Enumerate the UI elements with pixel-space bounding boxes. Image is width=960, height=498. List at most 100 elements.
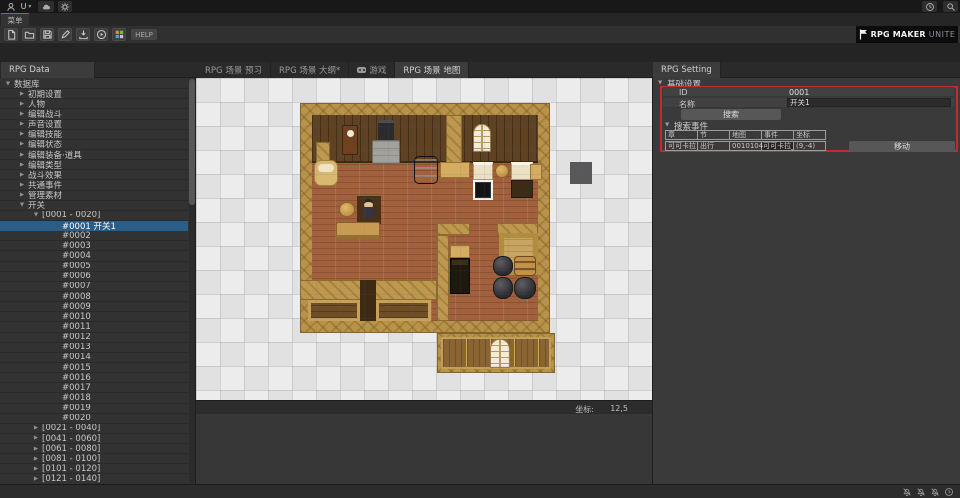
tab-center-2[interactable]: 游戏 [349, 62, 395, 78]
tree-arrow-icon[interactable]: ▼ [4, 81, 12, 87]
assets-button[interactable] [112, 28, 126, 41]
tab-center-1[interactable]: RPG 场景 大纲* [271, 62, 349, 78]
tree-arrow-icon[interactable]: ▶ [32, 435, 40, 441]
tree-item-26[interactable]: #0013 [0, 343, 188, 353]
tree-item-10[interactable]: ▶共通事件 [0, 180, 188, 190]
tree-arrow-icon[interactable]: ▶ [18, 152, 26, 158]
tree-item-29[interactable]: #0016 [0, 373, 188, 383]
open-project-button[interactable] [22, 28, 36, 41]
tree-arrow-icon[interactable]: ▼ [32, 212, 40, 218]
tree-item-4[interactable]: ▶声音设置 [0, 120, 188, 130]
tree-item-37[interactable]: ▶[0081 - 0100] [0, 454, 188, 464]
tree-arrow-icon[interactable]: ▶ [18, 172, 26, 178]
tree-arrow-icon[interactable]: ▶ [18, 111, 26, 117]
tree-item-31[interactable]: #0018 [0, 393, 188, 403]
tree-item-5[interactable]: ▶编辑技能 [0, 130, 188, 140]
search-button[interactable]: 搜索 [681, 109, 781, 120]
move-button[interactable]: 移动 [849, 141, 955, 152]
import-button[interactable] [76, 28, 90, 41]
tab-center-0[interactable]: RPG 场景 预习 [197, 62, 271, 78]
tree-arrow-icon[interactable]: ▶ [32, 476, 40, 482]
tree-item-36[interactable]: ▶[0061 - 0080] [0, 444, 188, 454]
play-button[interactable] [94, 28, 108, 41]
tree-arrow-icon[interactable]: ▶ [18, 121, 26, 127]
tree-item-12[interactable]: ▼开关 [0, 201, 188, 211]
edit-button[interactable] [58, 28, 72, 41]
user-menu-button[interactable]: U ▾ [18, 1, 34, 12]
tree-item-34[interactable]: ▶[0021 - 0040] [0, 424, 188, 434]
tree-item-3[interactable]: ▶编辑战斗 [0, 109, 188, 119]
account-icon[interactable] [5, 1, 17, 12]
tree-arrow-icon[interactable]: ▶ [32, 456, 40, 462]
chevron-down-icon[interactable]: ▼ [665, 122, 669, 128]
tree-item-32[interactable]: #0019 [0, 404, 188, 414]
save-button[interactable] [40, 28, 54, 41]
tab-rpg-data[interactable]: RPG Data [1, 62, 95, 78]
tree-arrow-icon[interactable]: ▶ [32, 446, 40, 452]
tree-arrow-icon[interactable]: ▶ [18, 192, 26, 198]
search-icon[interactable] [943, 1, 958, 12]
tree-item-28[interactable]: #0015 [0, 363, 188, 373]
tree-arrow-icon[interactable]: ▶ [18, 91, 26, 97]
tree-arrow-icon[interactable]: ▼ [18, 202, 26, 208]
new-file-button[interactable] [4, 28, 18, 41]
tree-item-15[interactable]: #0002 [0, 231, 188, 241]
tree-item-0[interactable]: ▼数据库 [0, 79, 188, 89]
notifications-muted-icon[interactable] [916, 487, 926, 497]
tree-arrow-icon[interactable]: ▶ [32, 425, 40, 431]
tree-item-27[interactable]: #0014 [0, 353, 188, 363]
tree-arrow-icon[interactable]: ▶ [18, 162, 26, 168]
tab-center-3[interactable]: RPG 场景 地图 [395, 62, 469, 78]
tree-item-14[interactable]: #0001 开关1 [0, 221, 188, 231]
tree-item-label: 编辑战斗 [28, 109, 62, 119]
tree-item-13[interactable]: ▼[0001 - 0020] [0, 211, 188, 221]
tree-item-22[interactable]: #0009 [0, 302, 188, 312]
tree-item-38[interactable]: ▶[0101 - 0120] [0, 464, 188, 474]
tree-item-6[interactable]: ▶编辑状态 [0, 140, 188, 150]
tree-item-label: 声音设置 [28, 120, 62, 130]
tree-scrollbar-thumb[interactable] [189, 79, 195, 205]
tree-item-23[interactable]: #0010 [0, 312, 188, 322]
tree-item-9[interactable]: ▶战斗效果 [0, 170, 188, 180]
notifications-muted-icon[interactable] [902, 487, 912, 497]
tree-item-16[interactable]: #0003 [0, 241, 188, 251]
statusbar [0, 484, 960, 498]
tree-item-39[interactable]: ▶[0121 - 0140] [0, 474, 188, 484]
help-button[interactable]: HELP [131, 29, 157, 40]
tree-item-20[interactable]: #0007 [0, 282, 188, 292]
tree-item-17[interactable]: #0004 [0, 251, 188, 261]
tree-item-25[interactable]: #0012 [0, 333, 188, 343]
tree-arrow-icon[interactable]: ▶ [18, 131, 26, 137]
tree-item-33[interactable]: #0020 [0, 414, 188, 424]
center-tab-group: RPG 场景 预习 RPG 场景 大纲*游戏RPG 场景 地图 [197, 62, 469, 78]
tree-item-11[interactable]: ▶管理素材 [0, 191, 188, 201]
gear-icon[interactable] [58, 1, 72, 12]
tree-item-35[interactable]: ▶[0041 - 0060] [0, 434, 188, 444]
notifications-muted-icon[interactable] [930, 487, 940, 497]
tree-item-18[interactable]: #0005 [0, 262, 188, 272]
tree-item-2[interactable]: ▶人物 [0, 99, 188, 109]
tree-item-7[interactable]: ▶编辑装备·道具 [0, 150, 188, 160]
tab-rpg-setting[interactable]: RPG Setting [653, 62, 721, 78]
npc-character[interactable] [362, 199, 375, 219]
selected-event-tile[interactable] [473, 180, 493, 200]
tree-arrow-icon[interactable]: ▶ [32, 466, 40, 472]
menu-tab[interactable]: 菜单 [1, 13, 29, 26]
tree-arrow-icon[interactable]: ▶ [18, 101, 26, 107]
tab-label: RPG 场景 预习 [205, 64, 262, 76]
tree-item-1[interactable]: ▶初期设置 [0, 89, 188, 99]
map-canvas[interactable] [196, 78, 652, 400]
id-value: 0001 [789, 88, 809, 97]
cloud-icon[interactable] [38, 1, 54, 12]
tree-arrow-icon[interactable]: ▶ [18, 182, 26, 188]
sync-status-icon[interactable] [944, 487, 954, 497]
tree-item-19[interactable]: #0006 [0, 272, 188, 282]
tree-item-24[interactable]: #0011 [0, 322, 188, 332]
tree-item-30[interactable]: #0017 [0, 383, 188, 393]
tree-item-21[interactable]: #0008 [0, 292, 188, 302]
tree-item-8[interactable]: ▶编辑类型 [0, 160, 188, 170]
history-icon[interactable] [922, 1, 937, 12]
kitchen-sink-counter [450, 245, 470, 258]
tree-arrow-icon[interactable]: ▶ [18, 141, 26, 147]
name-input[interactable]: 开关1 [787, 98, 951, 107]
